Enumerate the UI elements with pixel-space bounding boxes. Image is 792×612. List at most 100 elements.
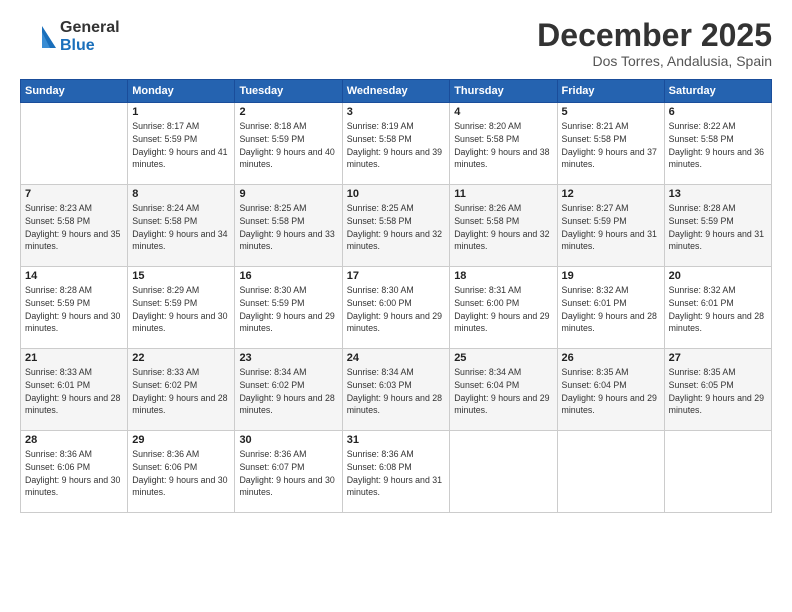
day-number: 19 <box>562 270 660 282</box>
table-row <box>450 431 557 513</box>
table-row: 28 Sunrise: 8:36 AM Sunset: 6:06 PM Dayl… <box>21 431 128 513</box>
sunset-text: Sunset: 6:01 PM <box>562 298 627 308</box>
day-detail: Sunrise: 8:25 AM Sunset: 5:58 PM Dayligh… <box>239 202 337 253</box>
sunset-text: Sunset: 5:58 PM <box>454 216 519 226</box>
table-row: 7 Sunrise: 8:23 AM Sunset: 5:58 PM Dayli… <box>21 185 128 267</box>
day-number: 7 <box>25 188 123 200</box>
day-number: 9 <box>239 188 337 200</box>
day-number: 3 <box>347 106 445 118</box>
day-number: 11 <box>454 188 552 200</box>
table-row: 25 Sunrise: 8:34 AM Sunset: 6:04 PM Dayl… <box>450 349 557 431</box>
logo-label: General Blue <box>60 19 120 54</box>
sunset-text: Sunset: 6:07 PM <box>239 462 304 472</box>
sunset-text: Sunset: 6:04 PM <box>562 380 627 390</box>
day-number: 28 <box>25 434 123 446</box>
day-number: 5 <box>562 106 660 118</box>
day-number: 2 <box>239 106 337 118</box>
sunrise-text: Sunrise: 8:34 AM <box>347 367 414 377</box>
day-detail: Sunrise: 8:33 AM Sunset: 6:02 PM Dayligh… <box>132 366 230 417</box>
sunrise-text: Sunrise: 8:24 AM <box>132 203 199 213</box>
col-wednesday: Wednesday <box>342 80 449 103</box>
day-number: 8 <box>132 188 230 200</box>
daylight-text: Daylight: 9 hours and 30 minutes. <box>25 311 120 334</box>
sunrise-text: Sunrise: 8:18 AM <box>239 121 306 131</box>
day-number: 29 <box>132 434 230 446</box>
day-detail: Sunrise: 8:30 AM Sunset: 6:00 PM Dayligh… <box>347 284 445 335</box>
daylight-text: Daylight: 9 hours and 32 minutes. <box>454 229 549 252</box>
daylight-text: Daylight: 9 hours and 32 minutes. <box>347 229 442 252</box>
table-row: 27 Sunrise: 8:35 AM Sunset: 6:05 PM Dayl… <box>664 349 771 431</box>
day-detail: Sunrise: 8:36 AM Sunset: 6:06 PM Dayligh… <box>132 448 230 499</box>
day-detail: Sunrise: 8:23 AM Sunset: 5:58 PM Dayligh… <box>25 202 123 253</box>
sunset-text: Sunset: 5:58 PM <box>669 134 734 144</box>
sunset-text: Sunset: 5:58 PM <box>25 216 90 226</box>
daylight-text: Daylight: 9 hours and 29 minutes. <box>347 311 442 334</box>
day-detail: Sunrise: 8:26 AM Sunset: 5:58 PM Dayligh… <box>454 202 552 253</box>
day-detail: Sunrise: 8:34 AM Sunset: 6:02 PM Dayligh… <box>239 366 337 417</box>
table-row: 30 Sunrise: 8:36 AM Sunset: 6:07 PM Dayl… <box>235 431 342 513</box>
col-tuesday: Tuesday <box>235 80 342 103</box>
day-number: 27 <box>669 352 767 364</box>
sunrise-text: Sunrise: 8:36 AM <box>132 449 199 459</box>
day-detail: Sunrise: 8:31 AM Sunset: 6:00 PM Dayligh… <box>454 284 552 335</box>
logo: General Blue <box>20 18 120 56</box>
table-row: 15 Sunrise: 8:29 AM Sunset: 5:59 PM Dayl… <box>128 267 235 349</box>
sunset-text: Sunset: 5:58 PM <box>239 216 304 226</box>
daylight-text: Daylight: 9 hours and 29 minutes. <box>454 311 549 334</box>
daylight-text: Daylight: 9 hours and 33 minutes. <box>239 229 334 252</box>
sunset-text: Sunset: 5:58 PM <box>562 134 627 144</box>
sunrise-text: Sunrise: 8:36 AM <box>347 449 414 459</box>
col-friday: Friday <box>557 80 664 103</box>
daylight-text: Daylight: 9 hours and 30 minutes. <box>25 475 120 498</box>
table-row: 2 Sunrise: 8:18 AM Sunset: 5:59 PM Dayli… <box>235 103 342 185</box>
logo-blue: Blue <box>60 37 120 55</box>
table-row: 11 Sunrise: 8:26 AM Sunset: 5:58 PM Dayl… <box>450 185 557 267</box>
daylight-text: Daylight: 9 hours and 30 minutes. <box>239 475 334 498</box>
col-thursday: Thursday <box>450 80 557 103</box>
table-row: 24 Sunrise: 8:34 AM Sunset: 6:03 PM Dayl… <box>342 349 449 431</box>
day-detail: Sunrise: 8:24 AM Sunset: 5:58 PM Dayligh… <box>132 202 230 253</box>
table-row: 21 Sunrise: 8:33 AM Sunset: 6:01 PM Dayl… <box>21 349 128 431</box>
calendar-header-row: Sunday Monday Tuesday Wednesday Thursday… <box>21 80 772 103</box>
sunrise-text: Sunrise: 8:36 AM <box>25 449 92 459</box>
day-number: 22 <box>132 352 230 364</box>
sunrise-text: Sunrise: 8:17 AM <box>132 121 199 131</box>
sunset-text: Sunset: 6:01 PM <box>25 380 90 390</box>
table-row: 9 Sunrise: 8:25 AM Sunset: 5:58 PM Dayli… <box>235 185 342 267</box>
table-row: 8 Sunrise: 8:24 AM Sunset: 5:58 PM Dayli… <box>128 185 235 267</box>
sunset-text: Sunset: 6:06 PM <box>132 462 197 472</box>
daylight-text: Daylight: 9 hours and 31 minutes. <box>562 229 657 252</box>
day-number: 16 <box>239 270 337 282</box>
sunset-text: Sunset: 6:00 PM <box>347 298 412 308</box>
day-number: 1 <box>132 106 230 118</box>
calendar: Sunday Monday Tuesday Wednesday Thursday… <box>20 79 772 513</box>
table-row: 12 Sunrise: 8:27 AM Sunset: 5:59 PM Dayl… <box>557 185 664 267</box>
day-number: 21 <box>25 352 123 364</box>
sunrise-text: Sunrise: 8:30 AM <box>239 285 306 295</box>
day-number: 23 <box>239 352 337 364</box>
sunrise-text: Sunrise: 8:28 AM <box>669 203 736 213</box>
sunrise-text: Sunrise: 8:35 AM <box>562 367 629 377</box>
table-row: 10 Sunrise: 8:25 AM Sunset: 5:58 PM Dayl… <box>342 185 449 267</box>
header: General Blue December 2025 Dos Torres, A… <box>20 18 772 69</box>
daylight-text: Daylight: 9 hours and 37 minutes. <box>562 147 657 170</box>
sunset-text: Sunset: 5:59 PM <box>132 134 197 144</box>
daylight-text: Daylight: 9 hours and 28 minutes. <box>25 393 120 416</box>
sunset-text: Sunset: 5:59 PM <box>25 298 90 308</box>
daylight-text: Daylight: 9 hours and 29 minutes. <box>239 311 334 334</box>
daylight-text: Daylight: 9 hours and 31 minutes. <box>347 475 442 498</box>
day-detail: Sunrise: 8:22 AM Sunset: 5:58 PM Dayligh… <box>669 120 767 171</box>
sunrise-text: Sunrise: 8:29 AM <box>132 285 199 295</box>
table-row: 16 Sunrise: 8:30 AM Sunset: 5:59 PM Dayl… <box>235 267 342 349</box>
calendar-week-row: 21 Sunrise: 8:33 AM Sunset: 6:01 PM Dayl… <box>21 349 772 431</box>
table-row: 1 Sunrise: 8:17 AM Sunset: 5:59 PM Dayli… <box>128 103 235 185</box>
sunrise-text: Sunrise: 8:30 AM <box>347 285 414 295</box>
day-detail: Sunrise: 8:36 AM Sunset: 6:07 PM Dayligh… <box>239 448 337 499</box>
daylight-text: Daylight: 9 hours and 28 minutes. <box>669 311 764 334</box>
table-row: 31 Sunrise: 8:36 AM Sunset: 6:08 PM Dayl… <box>342 431 449 513</box>
table-row: 26 Sunrise: 8:35 AM Sunset: 6:04 PM Dayl… <box>557 349 664 431</box>
sunrise-text: Sunrise: 8:25 AM <box>239 203 306 213</box>
day-detail: Sunrise: 8:29 AM Sunset: 5:59 PM Dayligh… <box>132 284 230 335</box>
daylight-text: Daylight: 9 hours and 31 minutes. <box>669 229 764 252</box>
title-block: December 2025 Dos Torres, Andalusia, Spa… <box>537 18 772 69</box>
